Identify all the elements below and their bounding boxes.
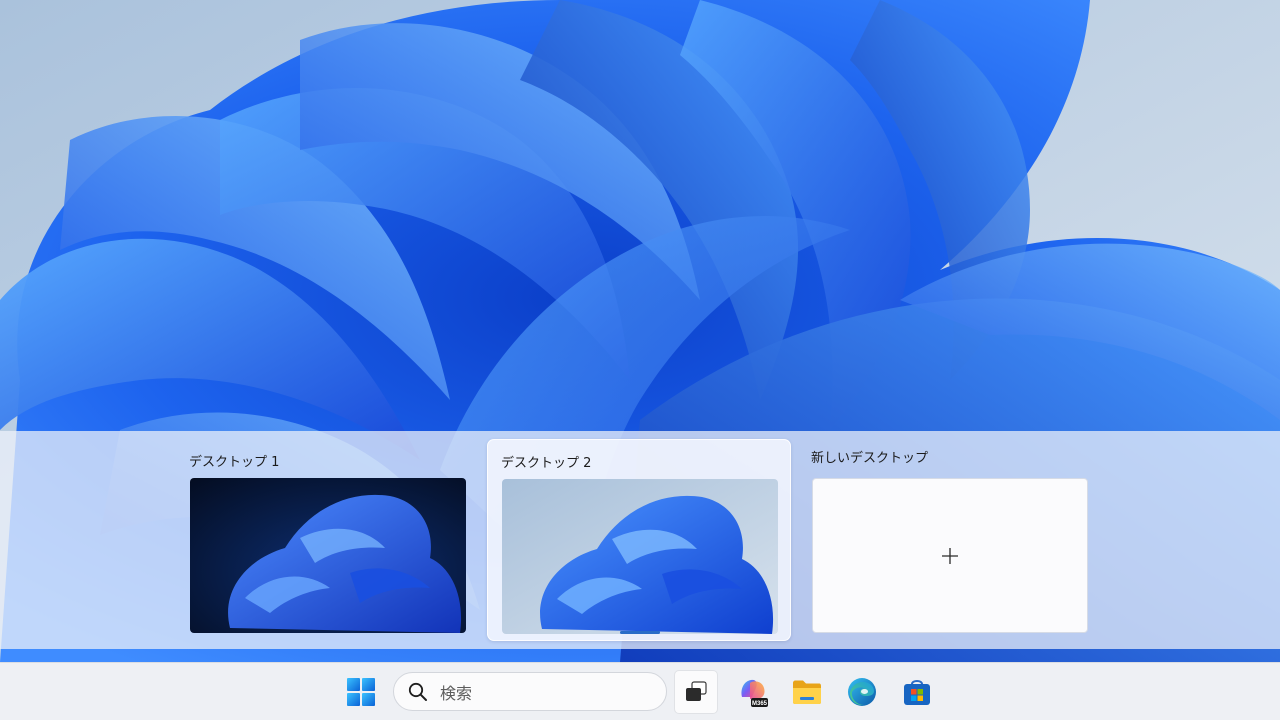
new-desktop-label: 新しいデスクトップ xyxy=(811,451,929,466)
new-desktop-card[interactable]: 新しいデスクトップ xyxy=(798,439,1102,641)
microsoft-store-button[interactable] xyxy=(895,670,939,714)
m365-copilot-button[interactable]: M365 xyxy=(731,670,775,714)
desktop-2-thumbnail[interactable] xyxy=(502,479,778,634)
search-placeholder: 検索 xyxy=(440,683,473,703)
search-icon xyxy=(408,682,427,701)
plus-icon xyxy=(942,547,958,564)
new-desktop-button[interactable] xyxy=(812,478,1088,633)
start-icon xyxy=(347,678,375,706)
desktop-1-thumbnail[interactable] xyxy=(190,478,466,633)
search-box[interactable]: 検索 xyxy=(393,672,667,711)
desktop-1-card[interactable]: デスクトップ 1 xyxy=(176,439,480,641)
file-explorer-icon xyxy=(793,680,821,704)
edge-button[interactable] xyxy=(840,670,884,714)
edge-icon xyxy=(848,678,876,706)
start-button[interactable] xyxy=(339,670,383,714)
desktop-2-card[interactable]: デスクトップ 2 xyxy=(487,439,791,641)
taskbar: 検索 M365 xyxy=(0,662,1280,720)
m365-copilot-icon: M365 xyxy=(741,679,768,707)
desktop-2-label: デスクトップ 2 xyxy=(501,456,592,471)
task-view-button[interactable] xyxy=(674,670,718,714)
m365-badge: M365 xyxy=(752,701,768,707)
task-view-panel: デスクトップ 1 デスクトップ 2 新しいデスクトップ xyxy=(0,431,1280,649)
active-desktop-indicator xyxy=(620,631,660,634)
desktop-1-label: デスクトップ 1 xyxy=(189,455,280,470)
microsoft-store-icon xyxy=(904,680,930,705)
task-view-icon xyxy=(686,681,707,701)
file-explorer-button[interactable] xyxy=(785,670,829,714)
